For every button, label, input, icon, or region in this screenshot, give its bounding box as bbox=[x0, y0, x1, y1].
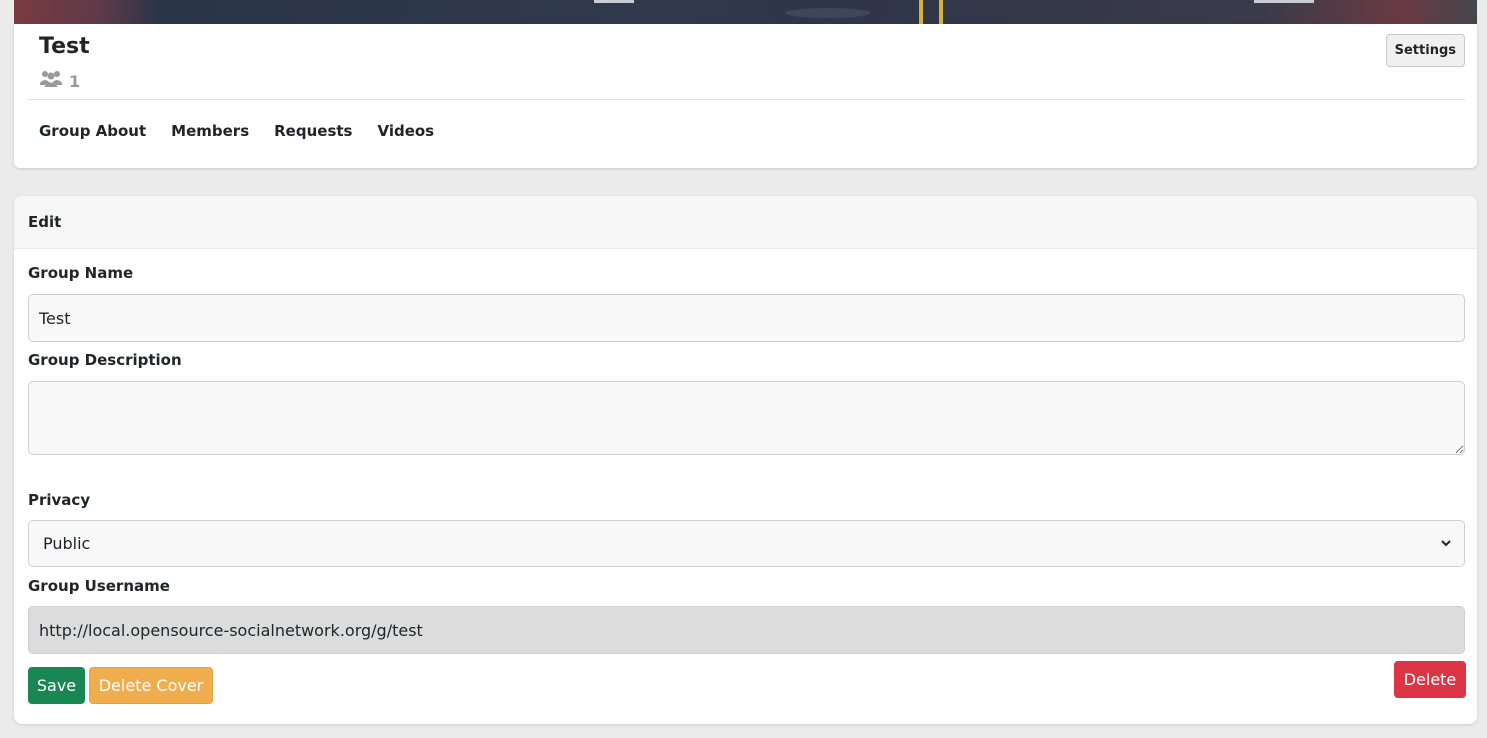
group-tabs: Group About Members Requests Videos bbox=[39, 122, 434, 140]
tab-group-about[interactable]: Group About bbox=[39, 122, 146, 140]
privacy-label: Privacy bbox=[28, 491, 91, 509]
group-header: Test 1 Settings Group About Members Requ… bbox=[14, 24, 1477, 168]
group-description-label: Group Description bbox=[28, 351, 182, 369]
tab-members[interactable]: Members bbox=[171, 122, 249, 140]
group-name-label: Group Name bbox=[28, 264, 134, 282]
users-icon bbox=[39, 70, 63, 92]
delete-group-button[interactable]: Delete bbox=[1394, 661, 1466, 698]
header-divider bbox=[28, 99, 1465, 100]
member-count: 1 bbox=[39, 70, 80, 92]
settings-button[interactable]: Settings bbox=[1385, 34, 1465, 67]
delete-cover-button[interactable]: Delete Cover bbox=[89, 667, 213, 704]
group-username-label: Group Username bbox=[28, 577, 170, 595]
privacy-select[interactable]: Public bbox=[28, 520, 1465, 567]
chevron-down-icon bbox=[1441, 540, 1451, 547]
tab-videos[interactable]: Videos bbox=[377, 122, 434, 140]
edit-heading: Edit bbox=[14, 196, 1477, 249]
group-cover-image bbox=[14, 0, 1477, 24]
member-count-value: 1 bbox=[69, 71, 81, 91]
save-button[interactable]: Save bbox=[28, 667, 85, 704]
group-username-input bbox=[28, 606, 1465, 654]
edit-card: Edit Group Name Group Description Privac… bbox=[14, 196, 1477, 724]
group-description-input[interactable] bbox=[28, 381, 1465, 455]
group-title: Test bbox=[39, 34, 90, 59]
tab-requests[interactable]: Requests bbox=[274, 122, 352, 140]
group-name-input[interactable] bbox=[28, 294, 1465, 342]
